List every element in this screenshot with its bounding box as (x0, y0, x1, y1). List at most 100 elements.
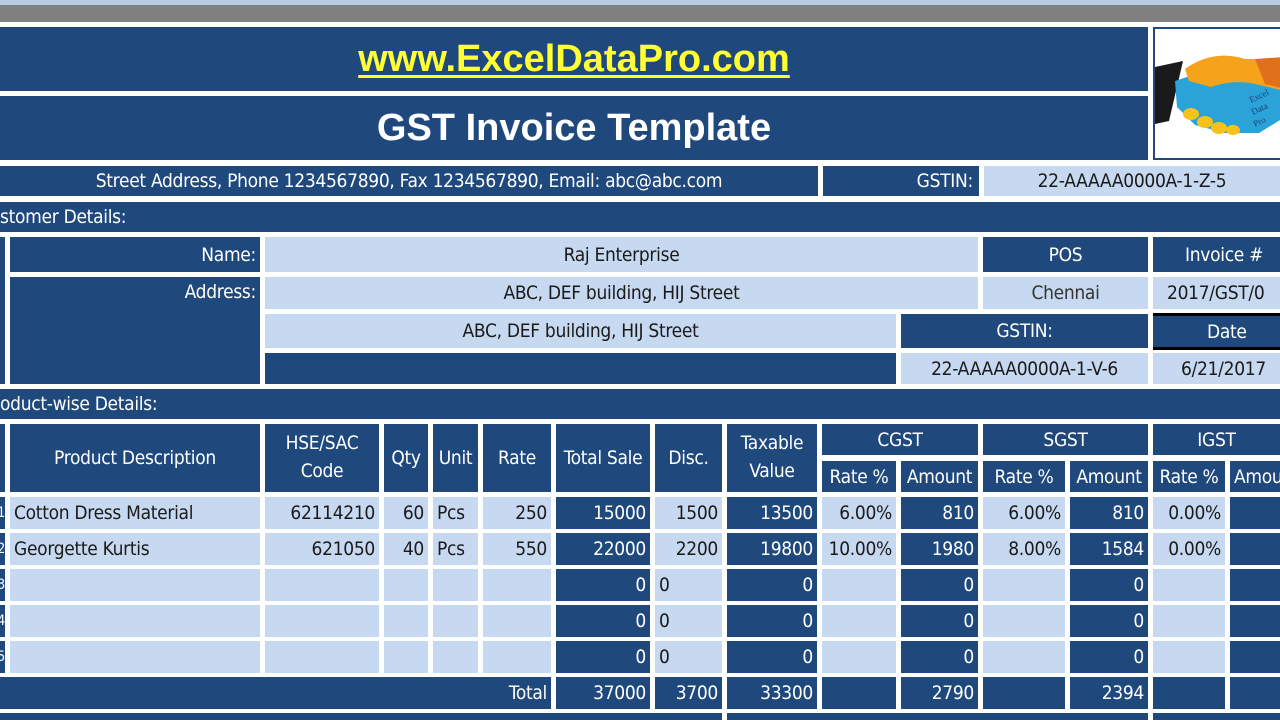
invoice-number-value[interactable]: 2017/GST/0 (1153, 277, 1280, 309)
cell-qty[interactable] (384, 641, 428, 673)
cell-qty[interactable]: 60 (384, 497, 428, 529)
cell-cgst-amt[interactable]: 0 (901, 569, 978, 601)
cell-rate[interactable] (483, 641, 551, 673)
cell-cgst-amt[interactable]: 810 (901, 497, 978, 529)
cell-hsn[interactable] (265, 605, 379, 637)
cell-description[interactable] (10, 641, 260, 673)
cell-igst-amt[interactable] (1230, 497, 1280, 529)
cell-cgst-rate[interactable] (822, 569, 896, 601)
cell-igst-rate[interactable]: 0.00% (1153, 497, 1225, 529)
cell-unit[interactable] (433, 605, 478, 637)
cell-sgst-rate[interactable]: 6.00% (983, 497, 1065, 529)
date-value[interactable]: 6/21/2017 (1153, 353, 1280, 384)
cell-qty[interactable] (384, 569, 428, 601)
cell-hsn[interactable] (265, 569, 379, 601)
cell-cgst-amt[interactable]: 0 (901, 605, 978, 637)
cell-taxable[interactable]: 0 (727, 569, 817, 601)
cell-cgst-rate[interactable] (822, 605, 896, 637)
cell-disc[interactable]: 0 (655, 569, 722, 601)
cell-cgst-rate[interactable]: 10.00% (822, 533, 896, 565)
cell-igst-rate[interactable]: 0.00% (1153, 533, 1225, 565)
total-cgst-amount: 2790 (901, 677, 978, 709)
sheet-header-bar (0, 5, 1280, 22)
header-unit: Unit (433, 424, 478, 492)
cell-total-sale[interactable]: 0 (556, 569, 650, 601)
header-total-sale: Total Sale (556, 424, 650, 492)
cell-disc[interactable]: 2200 (655, 533, 722, 565)
cell-igst-amt[interactable] (1230, 605, 1280, 637)
cell-total-sale[interactable]: 15000 (556, 497, 650, 529)
cell-hsn[interactable]: 62114210 (265, 497, 379, 529)
footer-bar-mid (727, 713, 1148, 720)
cell-sgst-amt[interactable]: 0 (1070, 569, 1148, 601)
total-sale: 37000 (556, 677, 650, 709)
header-hsn-code: HSE/SAC Code (265, 424, 379, 492)
customer-address-line1[interactable]: ABC, DEF building, HIJ Street (265, 277, 978, 309)
customer-address-line2[interactable]: ABC, DEF building, HIJ Street (265, 314, 896, 348)
cell-description[interactable] (10, 605, 260, 637)
cell-total-sale[interactable]: 0 (556, 605, 650, 637)
cell-sgst-amt[interactable]: 0 (1070, 641, 1148, 673)
cell-taxable[interactable]: 13500 (727, 497, 817, 529)
cell-taxable[interactable]: 0 (727, 605, 817, 637)
header-disc: Disc. (655, 424, 722, 492)
cell-disc[interactable]: 0 (655, 605, 722, 637)
cell-hsn[interactable]: 621050 (265, 533, 379, 565)
cell-description[interactable]: Georgette Kurtis (10, 533, 260, 565)
cell-igst-rate[interactable] (1153, 569, 1225, 601)
cell-total-sale[interactable]: 0 (556, 641, 650, 673)
handshake-icon: Excel Data Pro (1155, 55, 1280, 135)
website-link[interactable]: www.ExcelDataPro.com (358, 38, 790, 81)
cell-qty[interactable]: 40 (384, 533, 428, 565)
cell-rate[interactable]: 250 (483, 497, 551, 529)
customer-gstin-value[interactable]: 22-AAAAA0000A-1-V-6 (901, 353, 1148, 384)
cell-sgst-amt[interactable]: 810 (1070, 497, 1148, 529)
cell-sgst-rate[interactable] (983, 641, 1065, 673)
cell-unit[interactable] (433, 641, 478, 673)
cell-unit[interactable] (433, 569, 478, 601)
customer-name-value[interactable]: Raj Enterprise (265, 237, 978, 272)
cell-rate[interactable]: 550 (483, 533, 551, 565)
cell-rate[interactable] (483, 605, 551, 637)
cell-igst-amt[interactable] (1230, 641, 1280, 673)
total-taxable: 33300 (727, 677, 817, 709)
company-gstin-value[interactable]: 22-AAAAA0000A-1-Z-5 (984, 166, 1280, 196)
customer-gstin-label: GSTIN: (901, 314, 1148, 348)
cell-cgst-rate[interactable]: 6.00% (822, 497, 896, 529)
logo: Excel Data Pro (1153, 27, 1280, 160)
cell-igst-amt[interactable] (1230, 533, 1280, 565)
cell-qty[interactable] (384, 605, 428, 637)
cell-igst-amt[interactable] (1230, 569, 1280, 601)
header-product-description: Product Description (10, 424, 260, 492)
cell-hsn[interactable] (265, 641, 379, 673)
cell-description[interactable] (10, 569, 260, 601)
total-cgst-rate-blank (822, 677, 896, 709)
cell-rate[interactable] (483, 569, 551, 601)
cell-sgst-rate[interactable] (983, 605, 1065, 637)
cell-sgst-amt[interactable]: 1584 (1070, 533, 1148, 565)
cell-taxable[interactable]: 0 (727, 641, 817, 673)
cell-disc[interactable]: 0 (655, 641, 722, 673)
cell-disc[interactable]: 1500 (655, 497, 722, 529)
total-igst-rate-blank (1153, 677, 1225, 709)
header-cgst-rate: Rate % (822, 461, 896, 492)
cell-cgst-rate[interactable] (822, 641, 896, 673)
cell-igst-rate[interactable] (1153, 641, 1225, 673)
cell-cgst-amt[interactable]: 1980 (901, 533, 978, 565)
cell-description[interactable]: Cotton Dress Material (10, 497, 260, 529)
header-igst-rate: Rate % (1153, 461, 1225, 492)
cell-unit[interactable]: Pcs (433, 533, 478, 565)
cell-taxable[interactable]: 19800 (727, 533, 817, 565)
pos-value[interactable]: Chennai (983, 277, 1148, 309)
cell-sgst-rate[interactable]: 8.00% (983, 533, 1065, 565)
cell-sgst-rate[interactable] (983, 569, 1065, 601)
cell-sgst-amt[interactable]: 0 (1070, 605, 1148, 637)
total-sgst-rate-blank (983, 677, 1065, 709)
cell-cgst-amt[interactable]: 0 (901, 641, 978, 673)
total-igst-amount (1230, 677, 1280, 709)
customer-section-header: stomer Details: (0, 202, 1280, 232)
customer-address-line3[interactable] (265, 353, 896, 384)
cell-igst-rate[interactable] (1153, 605, 1225, 637)
cell-unit[interactable]: Pcs (433, 497, 478, 529)
cell-total-sale[interactable]: 22000 (556, 533, 650, 565)
